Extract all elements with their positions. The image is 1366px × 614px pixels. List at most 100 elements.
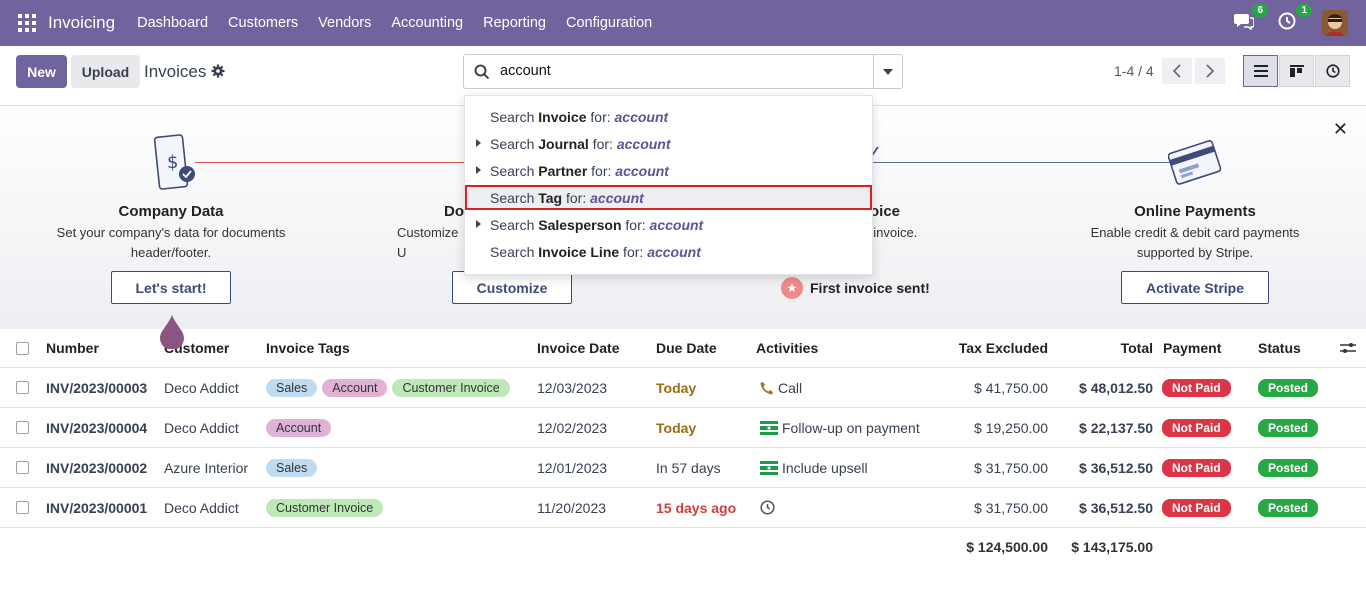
caret-right-icon[interactable]	[476, 166, 481, 174]
col-tax-excluded[interactable]: Tax Excluded	[900, 329, 1048, 367]
user-avatar[interactable]	[1322, 10, 1348, 36]
apps-menu-icon[interactable]	[18, 14, 36, 32]
payment-status: Not Paid	[1162, 408, 1231, 447]
search-option-tag[interactable]: Search Tag for: account	[465, 185, 872, 210]
col-number[interactable]: Number	[46, 329, 99, 367]
total: $ 36,512.50	[1079, 459, 1153, 476]
activity[interactable]: Call	[760, 368, 802, 407]
menu-configuration[interactable]: Configuration	[556, 15, 662, 31]
search-icon	[474, 64, 490, 80]
caret-right-icon[interactable]	[476, 220, 481, 228]
activity[interactable]: Include upsell	[760, 448, 868, 487]
pager-previous-button[interactable]	[1162, 58, 1192, 84]
col-invoice-tags[interactable]: Invoice Tags	[266, 329, 350, 367]
status: Posted	[1258, 488, 1319, 527]
col-activities[interactable]: Activities	[756, 329, 818, 367]
activity[interactable]: Follow-up on payment	[760, 408, 920, 447]
row-checkbox[interactable]	[16, 488, 29, 527]
menu-customers[interactable]: Customers	[218, 15, 308, 31]
caret-right-icon[interactable]	[476, 139, 481, 147]
svg-text:$: $	[167, 152, 178, 173]
activities-clock-icon[interactable]: 1	[1278, 4, 1312, 34]
payment-badge: Not Paid	[1162, 378, 1231, 397]
progress-line	[870, 162, 1175, 163]
activate-stripe-button[interactable]: Activate Stripe	[1121, 271, 1269, 304]
total-tax-excluded: $ 124,500.00	[966, 539, 1048, 555]
messages-icon[interactable]: 6	[1234, 4, 1268, 34]
gear-icon[interactable]	[211, 64, 225, 78]
menu-reporting[interactable]: Reporting	[473, 15, 556, 31]
invoice-tag: Account	[266, 418, 332, 437]
search-option-partner[interactable]: Search Partner for: account	[465, 158, 872, 183]
row-checkbox[interactable]	[16, 368, 29, 407]
col-total[interactable]: Total	[1060, 329, 1153, 367]
lets-start-button[interactable]: Let's start!	[111, 271, 231, 304]
select-all-checkbox[interactable]	[16, 329, 29, 367]
new-button[interactable]: New	[16, 55, 67, 88]
invoice-tag: Customer Invoice	[392, 378, 510, 397]
activity-view-button[interactable]	[1315, 55, 1350, 87]
menu-vendors[interactable]: Vendors	[308, 15, 381, 31]
activity[interactable]	[760, 488, 779, 527]
col-payment[interactable]: Payment	[1163, 329, 1221, 367]
invoice-number: INV/2023/00002	[46, 459, 148, 476]
payment-badge: Not Paid	[1162, 498, 1231, 517]
payment-status: Not Paid	[1162, 488, 1231, 527]
customer-name: Deco Addict	[164, 499, 239, 516]
total-amount: $ 143,175.00	[1071, 539, 1153, 555]
col-due-date[interactable]: Due Date	[656, 329, 717, 367]
search-option-salesperson[interactable]: Search Salesperson for: account	[465, 212, 872, 237]
close-icon[interactable]: ✕	[1333, 119, 1348, 140]
first-invoice-sent-status: ★ First invoice sent!	[781, 277, 930, 299]
kanban-icon	[1289, 65, 1304, 77]
search-option-field: Salesperson	[538, 216, 622, 233]
pager-next-button[interactable]	[1195, 58, 1225, 84]
kanban-view-button[interactable]	[1279, 55, 1314, 87]
payment-status: Not Paid	[1162, 368, 1231, 407]
pager-value[interactable]: 1-4 / 4	[1114, 63, 1154, 79]
step-payments-desc-line2: supported by Stripe.	[1136, 245, 1254, 260]
list-view-button[interactable]	[1243, 55, 1278, 87]
table-row[interactable]: INV/2023/00002 Azure Interior Sales 12/01/2…	[0, 448, 1366, 488]
table-row[interactable]: INV/2023/00001 Deco Addict Customer Invoic…	[0, 488, 1366, 528]
due-date: In 57 days	[656, 459, 721, 476]
col-invoice-date[interactable]: Invoice Date	[537, 329, 619, 367]
menu-dashboard[interactable]: Dashboard	[127, 15, 218, 31]
star-icon: ★	[781, 277, 803, 299]
search-options-toggle[interactable]	[873, 55, 902, 88]
progress-line	[195, 162, 470, 163]
search-option-prefix: Search	[490, 243, 539, 260]
search-option-journal[interactable]: Search Journal for: account	[465, 131, 872, 156]
search-option-term: account	[615, 162, 669, 179]
search-input[interactable]	[500, 63, 860, 79]
due-date: Today	[656, 379, 697, 396]
due-date: Today	[656, 419, 697, 436]
search-option-invoice[interactable]: Search Invoice for: account	[465, 104, 872, 129]
status: Posted	[1258, 408, 1319, 447]
credit-card-illustration	[1168, 140, 1222, 185]
tax-excluded: $ 41,750.00	[974, 379, 1048, 396]
search-option-invoice-line[interactable]: Search Invoice Line for: account	[465, 239, 872, 264]
optional-columns-icon[interactable]	[1340, 329, 1356, 367]
phone-icon	[760, 381, 774, 395]
customer-name: Deco Addict	[164, 379, 239, 396]
table-row[interactable]: INV/2023/00003 Deco Addict Sales Account Cus…	[0, 368, 1366, 408]
row-checkbox[interactable]	[16, 448, 29, 487]
step-company-title: Company Data	[118, 203, 224, 220]
app-name[interactable]: Invoicing	[48, 13, 115, 33]
customize-button[interactable]: Customize	[452, 271, 572, 304]
step-payments-title: Online Payments	[1134, 203, 1256, 220]
search-bar	[463, 54, 903, 89]
activity-label: Include upsell	[782, 459, 868, 476]
invoice-number: INV/2023/00003	[46, 379, 148, 396]
upload-button[interactable]: Upload	[71, 55, 140, 88]
search-option-mid: for:	[586, 108, 615, 125]
col-status[interactable]: Status	[1258, 329, 1301, 367]
search-option-term: account	[649, 216, 704, 233]
payment-status: Not Paid	[1162, 448, 1231, 487]
invoice-tags: Sales	[266, 448, 322, 487]
table-row[interactable]: INV/2023/00004 Deco Addict Account 12/02/20…	[0, 408, 1366, 448]
clock-icon	[1325, 64, 1340, 78]
menu-accounting[interactable]: Accounting	[381, 15, 473, 31]
row-checkbox[interactable]	[16, 408, 29, 447]
